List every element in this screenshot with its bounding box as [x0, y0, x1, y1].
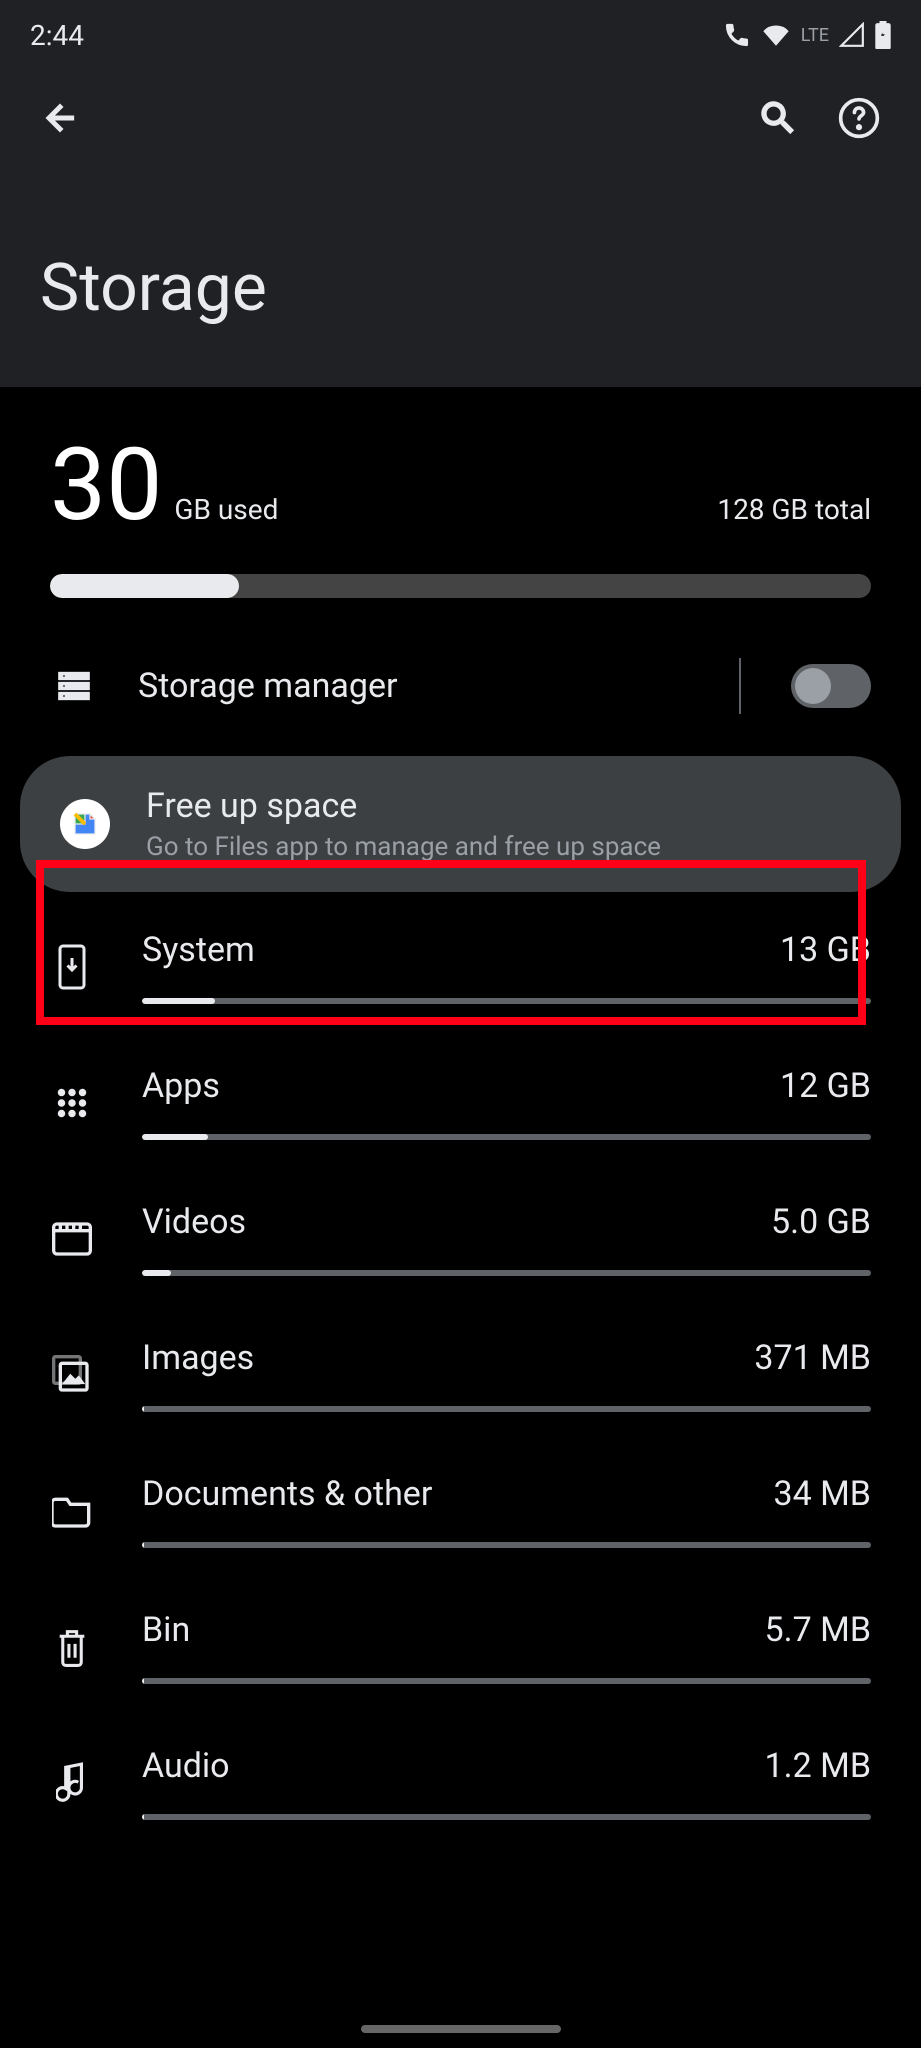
category-label: Audio [142, 1746, 230, 1786]
search-button[interactable] [757, 97, 799, 143]
status-icons: LTE [723, 21, 891, 49]
category-bar-fill [142, 1542, 144, 1548]
category-bar-fill [142, 1134, 208, 1140]
category-label: System [142, 930, 255, 970]
documents-other-icon [50, 1494, 94, 1528]
wifi-icon [761, 23, 791, 47]
category-value: 5.0 GB [771, 1202, 871, 1242]
category-label: Documents & other [142, 1474, 432, 1514]
category-label: Images [142, 1338, 254, 1378]
page-title: Storage [40, 250, 881, 327]
category-bar-fill [142, 998, 215, 1004]
category-row-system[interactable]: System 13 GB [50, 904, 871, 1040]
search-icon [757, 97, 799, 139]
usage-progress-bar [50, 574, 871, 598]
category-value: 34 MB [773, 1474, 871, 1514]
category-value: 1.2 MB [765, 1746, 871, 1786]
category-row-images[interactable]: Images 371 MB [50, 1312, 871, 1448]
audio-icon [50, 1761, 94, 1805]
category-bar [142, 1406, 871, 1412]
system-icon [50, 943, 94, 991]
category-row-audio[interactable]: Audio 1.2 MB [50, 1720, 871, 1856]
category-bar-fill [142, 1270, 171, 1276]
free-up-subtitle: Go to Files app to manage and free up sp… [146, 832, 861, 862]
images-icon [50, 1355, 94, 1395]
category-bar [142, 1134, 871, 1140]
free-up-title: Free up space [146, 786, 861, 826]
wifi-calling-icon [723, 21, 751, 49]
help-button[interactable] [837, 96, 881, 144]
help-icon [837, 96, 881, 140]
apps-icon [50, 1085, 94, 1121]
back-button[interactable] [40, 98, 80, 142]
used-number: 30 [50, 427, 162, 544]
category-bar-fill [142, 1678, 144, 1684]
toggle-divider [739, 658, 741, 714]
category-row-apps[interactable]: Apps 12 GB [50, 1040, 871, 1176]
navigation-handle[interactable] [361, 2025, 561, 2033]
category-bar-fill [142, 1406, 144, 1412]
videos-icon [50, 1221, 94, 1257]
usage-summary: 30 GB used 128 GB total [50, 387, 871, 628]
usage-progress-fill [50, 574, 239, 598]
total-storage: 128 GB total [717, 493, 871, 526]
category-label: Apps [142, 1066, 220, 1106]
category-row-bin[interactable]: Bin 5.7 MB [50, 1584, 871, 1720]
signal-icon [839, 22, 865, 48]
category-value: 12 GB [780, 1066, 871, 1106]
storage-icon [50, 662, 98, 710]
toolbar [40, 70, 881, 170]
category-bar [142, 1678, 871, 1684]
category-label: Bin [142, 1610, 190, 1650]
category-bar-fill [142, 1814, 144, 1820]
category-value: 371 MB [754, 1338, 871, 1378]
status-time: 2:44 [30, 19, 84, 52]
free-up-space-button[interactable]: Free up space Go to Files app to manage … [20, 756, 901, 892]
category-row-documents-other[interactable]: Documents & other 34 MB [50, 1448, 871, 1584]
category-bar [142, 1814, 871, 1820]
used-unit: GB used [174, 493, 278, 526]
category-bar [142, 1542, 871, 1548]
category-label: Videos [142, 1202, 246, 1242]
files-app-icon [60, 799, 110, 849]
category-value: 5.7 MB [765, 1610, 871, 1650]
network-label: LTE [801, 25, 829, 46]
storage-manager-row[interactable]: Storage manager [50, 628, 871, 744]
storage-manager-label: Storage manager [138, 666, 679, 706]
storage-manager-toggle[interactable] [791, 664, 871, 708]
battery-icon [875, 21, 891, 49]
category-bar [142, 998, 871, 1004]
category-row-videos[interactable]: Videos 5.0 GB [50, 1176, 871, 1312]
category-value: 13 GB [780, 930, 871, 970]
arrow-back-icon [40, 98, 80, 138]
toggle-knob [795, 668, 831, 704]
bin-icon [50, 1627, 94, 1667]
category-bar [142, 1270, 871, 1276]
status-bar: 2:44 LTE [0, 0, 921, 70]
